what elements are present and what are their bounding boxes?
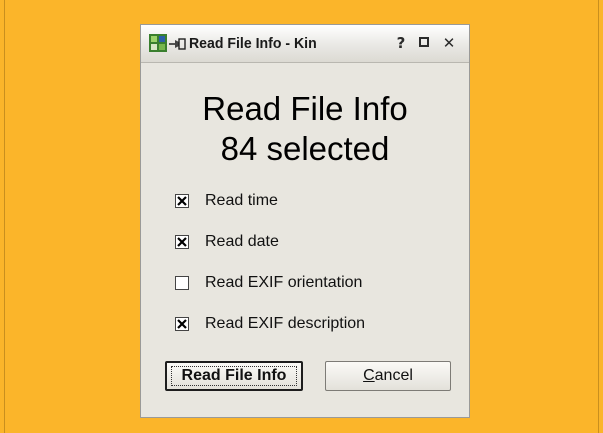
close-button[interactable]: ✕ [441,35,457,51]
read-date-checkbox[interactable] [175,235,189,249]
maximize-icon [419,37,429,47]
cancel-button-label: Cancel [363,367,413,384]
read-exif-description-label[interactable]: Read EXIF description [205,315,365,333]
title-bar[interactable]: Read File Info - Kin ? ✕ [141,25,469,63]
desktop-edge-right [598,0,599,433]
dialog-heading: Read File Info 84 selected [141,89,469,169]
focus-ring [171,366,297,386]
read-file-info-dialog: Read File Info - Kin ? ✕ Read File Info … [140,24,470,418]
checkmark-icon [177,196,187,206]
heading-title: Read File Info [202,90,408,127]
read-date-label[interactable]: Read date [205,233,279,251]
checkmark-icon [177,237,187,247]
read-exif-orientation-checkbox[interactable] [175,276,189,290]
read-exif-description-checkbox[interactable] [175,317,189,331]
desktop-edge-left [4,0,5,433]
heading-selected-count: 84 selected [220,130,390,167]
checkmark-icon [177,319,187,329]
maximize-button[interactable] [417,35,433,51]
cancel-mnemonic: C [363,367,375,384]
read-time-checkbox[interactable] [175,194,189,208]
app-icon[interactable] [149,34,167,52]
read-file-info-button[interactable]: Read File Info [165,361,303,391]
read-exif-orientation-label[interactable]: Read EXIF orientation [205,274,362,292]
cancel-button[interactable]: Cancel [325,361,451,391]
read-time-label[interactable]: Read time [205,192,278,210]
window-title: Read File Info - Kin [189,35,317,52]
help-button[interactable]: ? [393,35,409,51]
pin-icon[interactable] [169,37,187,51]
